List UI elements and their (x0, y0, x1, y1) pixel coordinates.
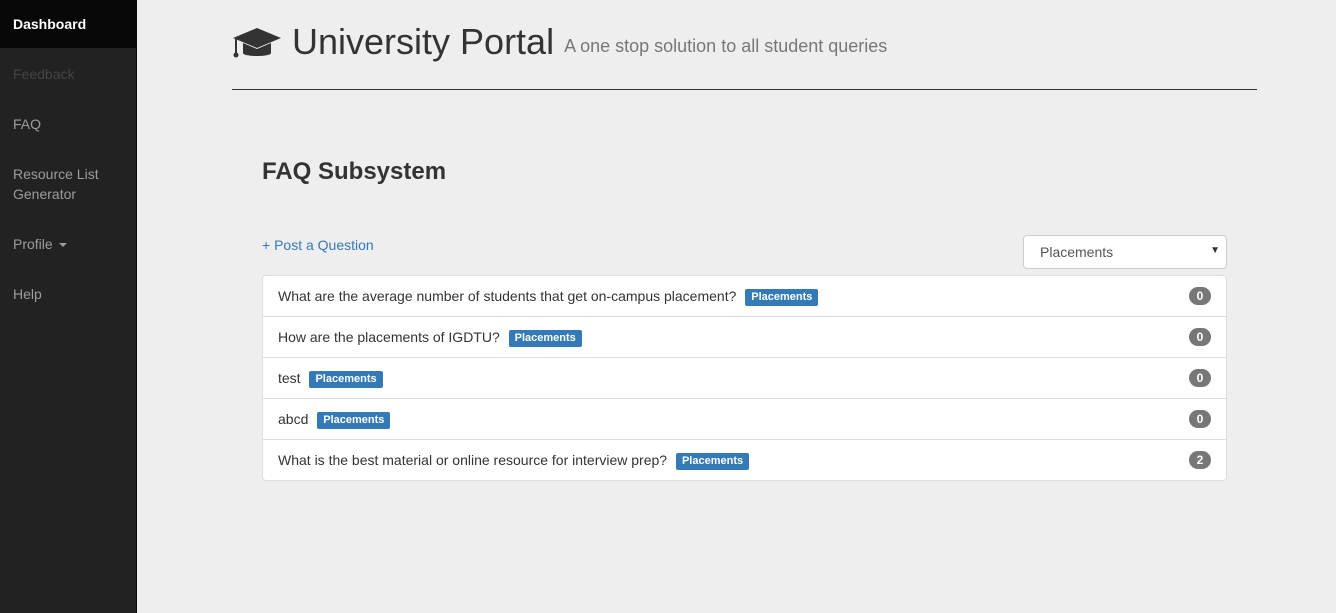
page-header: University Portal A one stop solution to… (232, 20, 887, 64)
sidebar-item-label: Dashboard (13, 16, 87, 32)
sidebar-item-feedback[interactable]: Feedback (0, 64, 136, 84)
sidebar-item-help[interactable]: Help (0, 284, 136, 304)
graduation-cap-icon (233, 28, 281, 58)
faq-list: What are the average number of students … (262, 275, 1227, 481)
category-tag: Placements (309, 371, 383, 388)
question-text: How are the placements of IGDTU? (278, 329, 500, 345)
sidebar-item-label: Profile (13, 236, 53, 252)
chevron-down-icon (58, 243, 67, 248)
answer-count-badge: 2 (1189, 451, 1211, 469)
category-tag: Placements (675, 453, 750, 470)
post-question-link[interactable]: + Post a Question (262, 237, 374, 253)
dropdown-arrow-icon: ▼ (1210, 245, 1220, 256)
list-item[interactable]: test Placements 0 (263, 358, 1226, 399)
category-tag: Placements (317, 412, 391, 429)
question-text: What is the best material or online reso… (278, 452, 668, 468)
sidebar-item-faq[interactable]: FAQ (0, 114, 136, 134)
question-text: abcd (278, 411, 309, 427)
sidebar-item-label: Help (13, 286, 42, 302)
question-text: What are the average number of students … (278, 288, 737, 304)
category-select[interactable]: Placements ▼ (1023, 235, 1227, 269)
sidebar-item-label: FAQ (13, 116, 42, 132)
answer-count-badge: 0 (1189, 369, 1211, 387)
list-item[interactable]: abcd Placements 0 (263, 399, 1226, 440)
list-item[interactable]: How are the placements of IGDTU? Placeme… (263, 317, 1226, 358)
answer-count-badge: 0 (1189, 410, 1211, 428)
sidebar-item-resource-list-generator[interactable]: Resource List Generator (0, 164, 136, 204)
sidebar: Dashboard Feedback FAQ Resource List Gen… (0, 0, 137, 613)
answer-count-badge: 0 (1189, 328, 1211, 346)
category-tag: Placements (745, 289, 819, 306)
header-divider (232, 89, 1257, 90)
sidebar-item-profile[interactable]: Profile (0, 234, 136, 254)
category-select-value: Placements (1040, 244, 1114, 260)
question-text: test (278, 370, 301, 386)
page-title: FAQ Subsystem (262, 158, 447, 185)
answer-count-badge: 0 (1189, 287, 1211, 305)
list-item[interactable]: What are the average number of students … (263, 276, 1226, 317)
list-item[interactable]: What is the best material or online reso… (263, 440, 1226, 480)
portal-title: University Portal (292, 21, 555, 62)
portal-subtitle: A one stop solution to all student queri… (564, 35, 888, 56)
sidebar-item-label: Resource List (13, 166, 99, 182)
sidebar-item-label: Feedback (13, 66, 75, 82)
sidebar-item-dashboard[interactable]: Dashboard (0, 0, 136, 48)
category-tag: Placements (508, 330, 582, 347)
sidebar-item-label: Generator (13, 186, 77, 202)
